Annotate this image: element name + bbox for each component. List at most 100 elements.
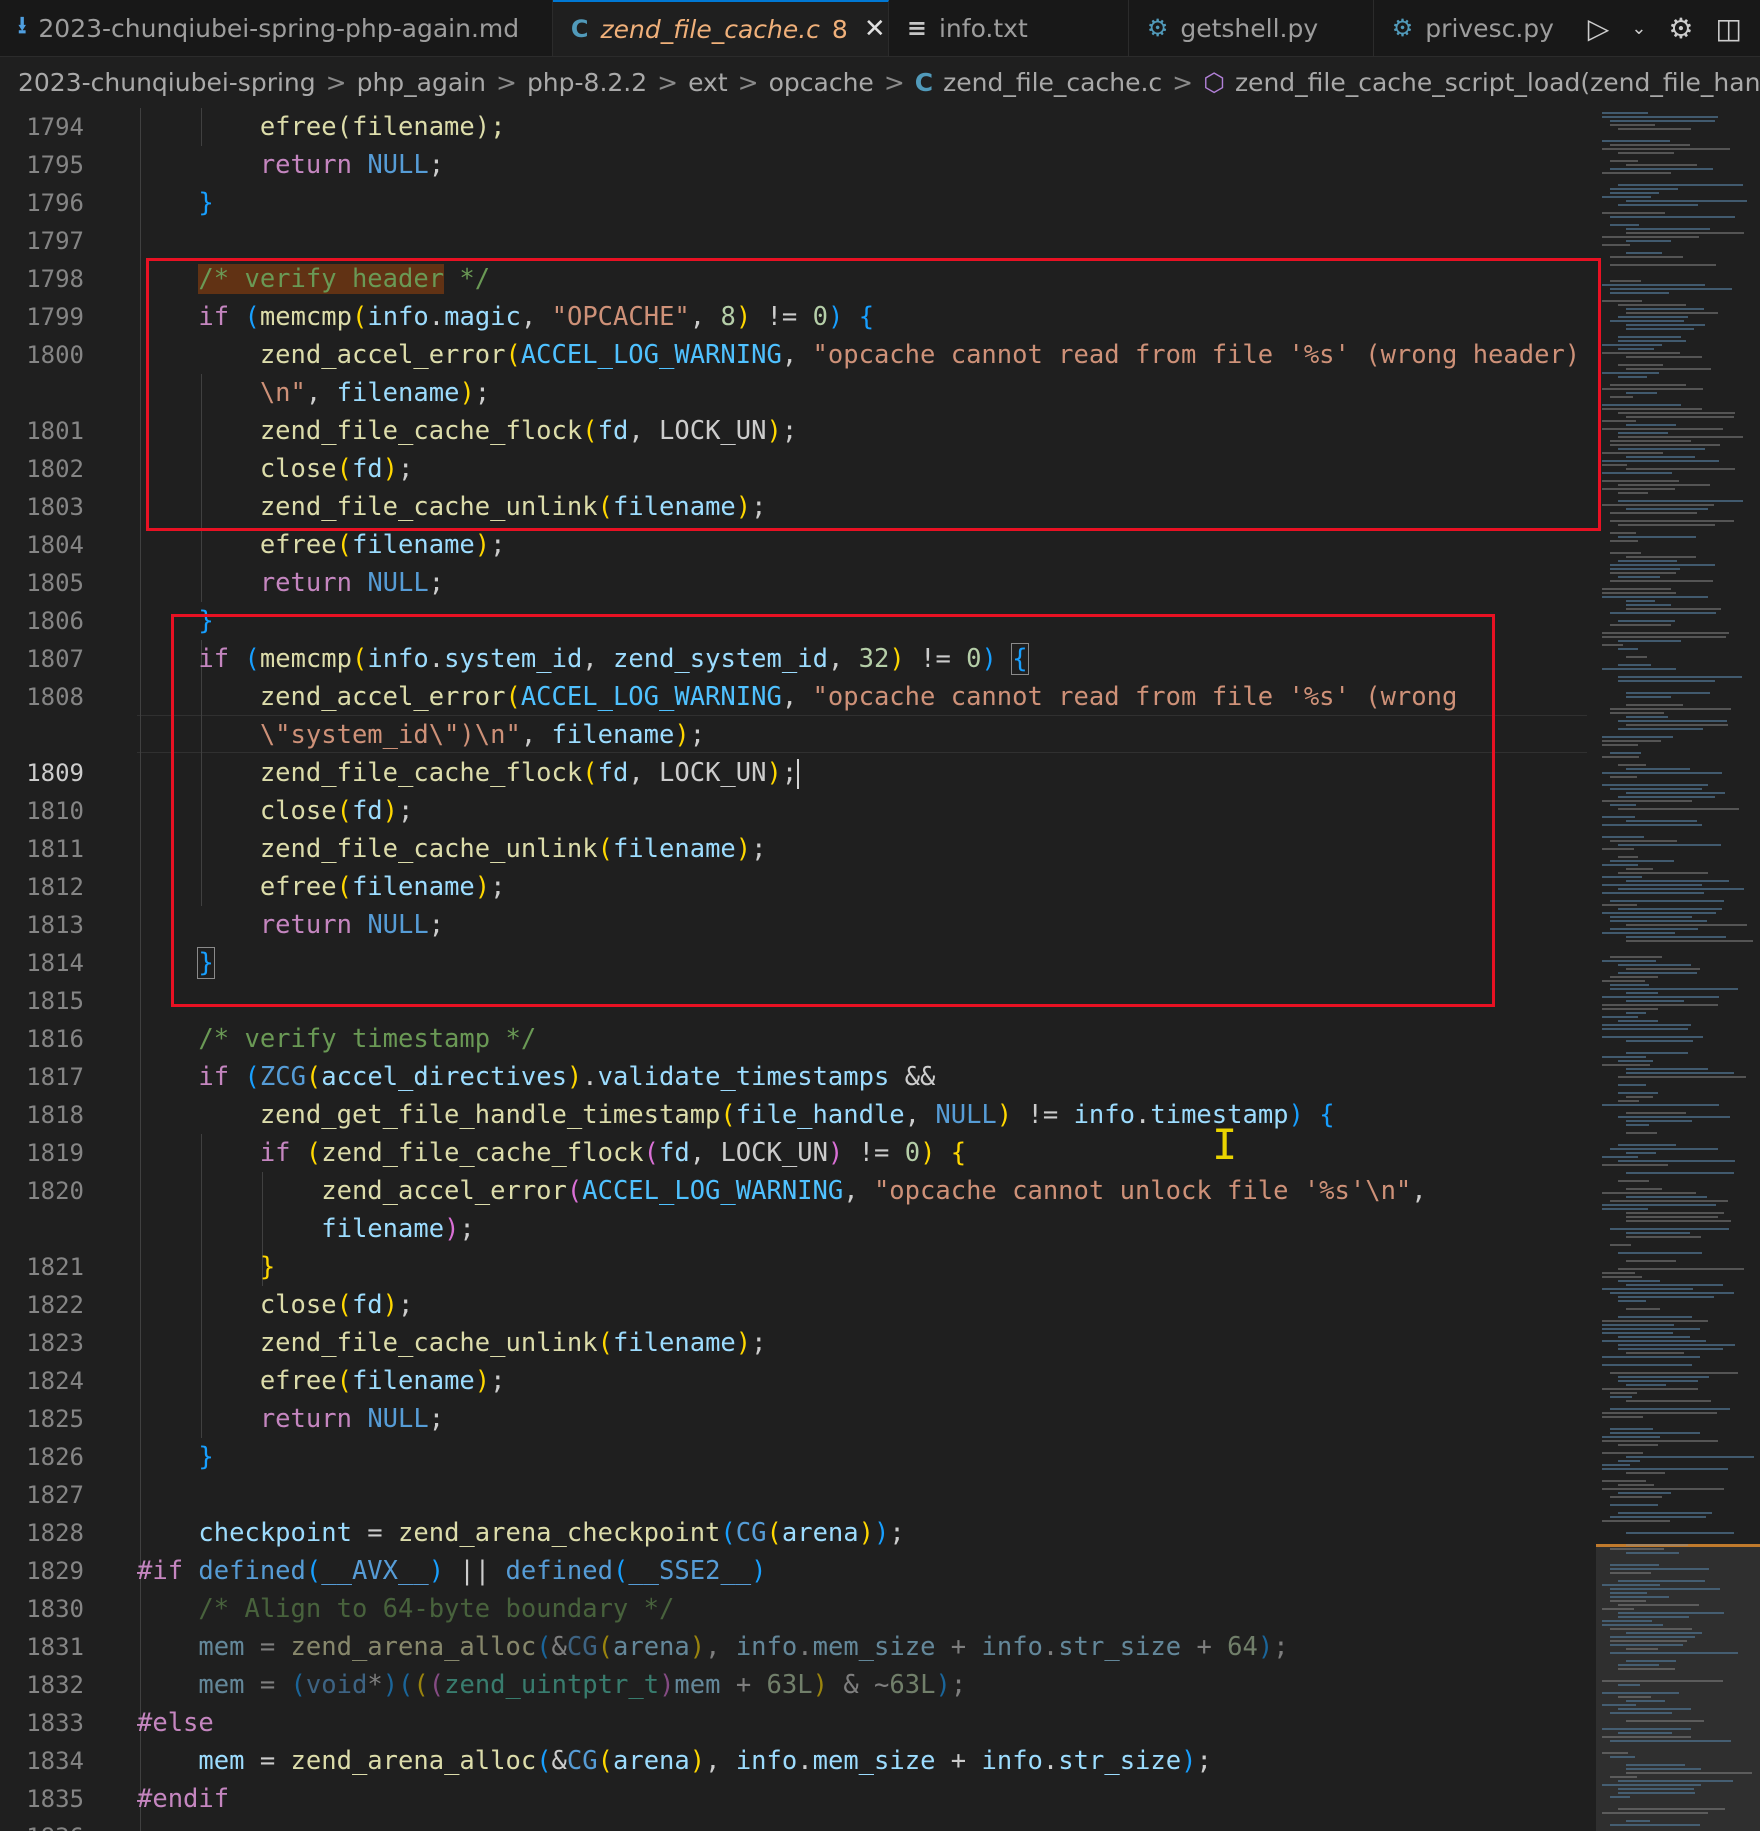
minimap-line [1626,792,1725,794]
tab-zend-file-cache[interactable]: C zend_file_cache.c 8 ✕ [552,0,889,56]
minimap-line [1626,1052,1688,1054]
split-editor-icon[interactable]: ◫ [1716,12,1742,45]
minimap-line [1618,1708,1691,1710]
minimap-line [1618,304,1686,306]
minimap-line [1602,632,1729,634]
minimap-line [1602,372,1659,374]
minimap-line [1618,720,1727,722]
minimap-line [1626,424,1676,426]
minimap-line [1602,848,1634,850]
minimap-line [1626,696,1671,698]
minimap-line [1626,308,1704,310]
line-number: 1817 [26,1063,84,1091]
minimap-line [1626,456,1695,458]
minimap-line [1610,396,1633,398]
minimap-line [1618,1808,1725,1810]
minimap-line [1602,1412,1717,1414]
minimap-line [1602,816,1635,818]
breadcrumb-item[interactable]: ext [688,68,728,97]
minimap-line [1618,728,1703,730]
run-debug-icon[interactable]: ▷ [1588,12,1610,45]
gear-icon[interactable]: ⚙ [1668,12,1693,45]
minimap-line [1602,824,1702,826]
minimap-line [1610,256,1683,258]
minimap-line [1602,596,1708,598]
minimap-line [1610,1796,1630,1798]
minimap-line [1618,808,1739,810]
code-line: return NULL; [259,1404,445,1434]
minimap-line [1610,532,1636,534]
minimap-line [1610,976,1658,978]
minimap-line [1610,120,1715,122]
breadcrumb-item[interactable]: php-8.2.2 [527,68,647,97]
breadcrumb-symbol[interactable]: zend_file_cache_script_load(zend_file_ha… [1235,68,1760,97]
minimap-line [1602,1584,1660,1586]
minimap-line [1626,1660,1676,1662]
minimap-line [1610,124,1655,126]
minimap-line [1610,1396,1632,1398]
tab-info-txt[interactable]: ≡ info.txt [889,0,1129,56]
tab-label: privesc.py [1425,13,1554,43]
breadcrumb-item[interactable]: 2023-chunqiubei-spring [18,68,316,97]
minimap-line [1610,840,1677,842]
minimap-line [1618,908,1722,910]
minimap-line [1618,1084,1646,1086]
minimap-line [1618,676,1742,678]
tab-getshell[interactable]: ⚙ getshell.py [1129,0,1374,56]
line-number: 1831 [26,1633,84,1661]
line-number: 1803 [26,493,84,521]
minimap-line [1626,1188,1662,1190]
minimap-line [1602,1288,1693,1290]
minimap-line [1626,324,1705,326]
minimap-line [1626,1152,1656,1154]
code-line: efree(filename); [259,112,506,142]
minimap-line [1602,1440,1718,1442]
minimap-line [1618,1460,1640,1462]
breadcrumb-item[interactable]: opcache [769,68,874,97]
code-editor[interactable]: 1794 1795 1796 1797 1798 1799 1800 1801 1802 1803… [0,108,1760,1831]
minimap-line [1618,1484,1654,1486]
minimap-line [1610,292,1669,294]
python-file-icon: ⚙ [1146,14,1169,42]
minimap-line [1602,1364,1692,1366]
chevron-right-icon: > [737,67,759,97]
minimap-line [1618,620,1675,622]
breadcrumb: 2023-chunqiubei-spring > php_again > php-8… [0,56,1760,108]
c-file-icon: C [914,67,934,97]
code-line: #if defined(__AVX__) || defined(__SSE2__… [137,1556,767,1586]
minimap-line [1618,1344,1735,1346]
minimap-line [1610,224,1639,226]
minimap-line [1626,1764,1685,1766]
symbol-method-icon: ⬡ [1203,67,1225,97]
breadcrumb-file[interactable]: zend_file_cache.c [943,68,1162,97]
minimap-line [1610,1564,1659,1566]
minimap-line [1618,1376,1709,1378]
chevron-down-icon[interactable]: ⌄ [1631,18,1646,39]
minimap-line [1610,712,1664,714]
minimap-line [1602,1328,1700,1330]
breadcrumb-item[interactable]: php_again [357,68,486,97]
minimap-line [1626,1124,1649,1126]
minimap-line [1618,1492,1671,1494]
minimap-line [1610,1228,1729,1230]
tab-markdown[interactable]: ⭳ 2023-chunqiubei-spring-php-again.md [0,0,553,56]
minimap-line [1626,1012,1646,1014]
minimap-line [1610,1588,1720,1590]
minimap-line [1618,1020,1658,1022]
tab-label: zend_file_cache.c [600,14,820,44]
minimap-line [1602,404,1681,406]
minimap[interactable] [1596,108,1760,1831]
minimap-line [1602,784,1708,786]
minimap-line [1602,1784,1701,1786]
minimap-line [1626,1072,1734,1074]
minimap-line [1610,144,1690,146]
minimap-line [1602,636,1726,638]
minimap-line [1618,1380,1698,1382]
tab-label: getshell.py [1180,13,1319,43]
minimap-line [1610,188,1678,190]
close-icon[interactable]: ✕ [864,14,886,44]
minimap-line [1602,1680,1723,1682]
minimap-line [1602,864,1638,866]
minimap-line [1602,644,1623,646]
tab-privesc[interactable]: ⚙ privesc.py [1374,0,1570,56]
